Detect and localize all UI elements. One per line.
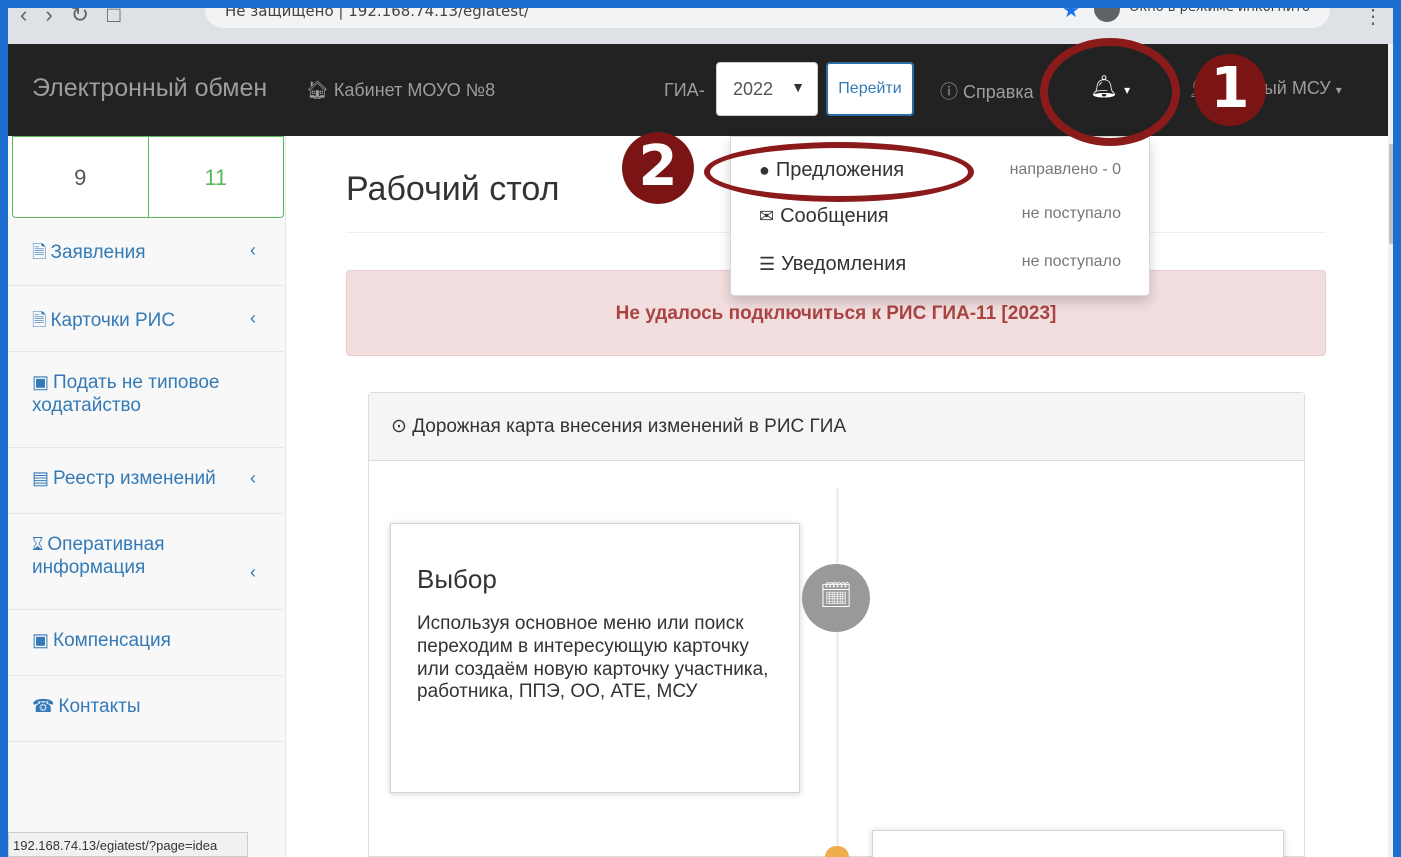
document-frame-icon: ▣ — [32, 372, 50, 392]
cabinet-link[interactable]: 🏠︎ Кабинет МОУО №8 — [306, 80, 495, 101]
tab-class-9[interactable]: 9 — [13, 137, 149, 217]
timeline-card: Выбор Используя основное меню или поиск … — [390, 523, 800, 793]
incognito-label: Окно в режиме инкогнито — [1129, 0, 1310, 15]
money-icon: ▣ — [32, 630, 50, 650]
status-bar-url: 192.168.74.13/egiatest/?page=idea — [8, 832, 248, 857]
sidebar-item-label: Оперативная информация — [32, 534, 165, 578]
file-icon: 🗎︎ — [32, 242, 47, 262]
home-icon: 🏠︎ — [306, 80, 334, 100]
address-text: Не защищено | 192.168.74.13/egiatest/ — [225, 2, 530, 20]
list-icon: ☰ — [759, 254, 776, 274]
annotation-badge-1: 1 — [1194, 54, 1266, 126]
panel-heading: ⊙ Дорожная карта внесения изменений в РИ… — [369, 393, 1304, 461]
tab-class-11[interactable]: 11 — [149, 137, 284, 217]
envelope-icon: ✉︎ — [759, 206, 775, 226]
calendar-plus-icon: 🗓︎ — [802, 564, 870, 632]
sidebar-item-label: Подать не типовое ходатайство — [32, 372, 220, 416]
sidebar-item-label: Контакты — [58, 696, 141, 717]
annotation-ring-bell — [1040, 38, 1180, 146]
sidebar-item-ris-cards[interactable]: 🗎︎ Карточки РИС ‹ — [8, 286, 284, 352]
sidebar-item-compensation[interactable]: ▣ Компенсация — [8, 610, 284, 676]
help-label: Справка — [963, 82, 1034, 102]
class-tabs: 9 11 — [12, 136, 284, 218]
chevron-left-icon: ‹ — [250, 240, 256, 260]
annotation-ring-proposals — [704, 142, 974, 202]
page-title: Рабочий стол — [346, 170, 560, 208]
sidebar-item-label: Заявления — [50, 242, 146, 263]
dropdown-item-status: не поступало — [1021, 253, 1121, 270]
chevron-left-icon: ‹ — [250, 562, 256, 582]
browser-nav-buttons[interactable]: ‹›↻□ — [20, 2, 138, 28]
bookmark-star-icon[interactable]: ★ — [1062, 0, 1080, 22]
brand[interactable]: Электронный обмен — [32, 74, 267, 103]
sidebar-item-contacts[interactable]: ☎︎ Контакты — [8, 676, 284, 742]
dropdown-item-status: направлено - 0 — [1009, 161, 1121, 178]
chevron-left-icon: ‹ — [250, 308, 256, 328]
user-label: ый МСУ — [1263, 78, 1331, 98]
sidebar-item-change-registry[interactable]: ▤ Реестр изменений ‹ — [8, 448, 284, 514]
sidebar-item-label: Компенсация — [53, 630, 171, 651]
browser-toolbar: ‹›↻□ Не защищено | 192.168.74.13/egiates… — [0, 0, 1401, 44]
sidebar-item-label: Реестр изменений — [53, 468, 216, 489]
browser-menu-icon[interactable]: ⋮ — [1363, 4, 1383, 29]
sidebar: 9 11 🗎︎ Заявления ‹ 🗎︎ Карточки РИС ‹ ▣ Подат… — [8, 136, 286, 857]
dropdown-item-messages[interactable]: ✉︎ Сообщения — [759, 205, 889, 228]
timeline-card-title: Выбор — [417, 564, 497, 594]
panel-heading-label: Дорожная карта внесения изменений в РИС … — [412, 416, 847, 437]
hourglass-icon: ⌛︎ — [32, 534, 44, 554]
list-icon: ▤ — [32, 468, 50, 488]
info-icon: ⓘ — [940, 82, 964, 102]
annotation-badge-2: 2 — [622, 132, 694, 204]
dropdown-item-label: Уведомления — [781, 253, 907, 275]
incognito-icon — [1094, 0, 1120, 22]
file-icon: 🗎︎ — [32, 310, 47, 330]
sidebar-item-operational-info[interactable]: ⌛︎ Оперативная информация ‹ — [8, 514, 284, 610]
dropdown-item-status: не поступало — [1021, 205, 1121, 222]
clock-icon: ⊙ — [391, 416, 413, 437]
timeline-card — [872, 830, 1284, 857]
year-select[interactable]: 2022 ▼ — [716, 62, 818, 116]
gia-label: ГИА- — [664, 80, 705, 100]
chevron-left-icon: ‹ — [250, 468, 256, 488]
top-navbar: Электронный обмен 🏠︎ Кабинет МОУО №8 ГИА… — [8, 44, 1388, 136]
go-button[interactable]: Перейти — [826, 62, 914, 116]
year-value: 2022 — [733, 79, 774, 99]
scrollbar-thumb[interactable] — [1389, 144, 1400, 244]
sidebar-item-label: Карточки РИС — [50, 310, 176, 331]
page-scrollbar[interactable] — [1388, 44, 1401, 857]
help-link[interactable]: ⓘ Справка — [940, 78, 1034, 104]
caret-down-icon: ▾ — [1335, 83, 1342, 97]
sidebar-item-petition[interactable]: ▣ Подать не типовое ходатайство — [8, 352, 284, 448]
dropdown-item-notifications[interactable]: ☰ Уведомления — [759, 253, 906, 276]
chevron-down-icon: ▼ — [791, 79, 805, 95]
phone-icon: ☎︎ — [32, 696, 55, 716]
timeline-card-text: Используя основное меню или поиск перехо… — [417, 613, 769, 703]
dropdown-item-label: Сообщения — [780, 205, 889, 227]
cabinet-label: Кабинет МОУО №8 — [333, 80, 496, 100]
sidebar-item-applications[interactable]: 🗎︎ Заявления ‹ — [8, 218, 284, 286]
address-bar[interactable]: Не защищено | 192.168.74.13/egiatest/ ★ … — [205, 0, 1330, 28]
timeline-line — [836, 488, 839, 857]
